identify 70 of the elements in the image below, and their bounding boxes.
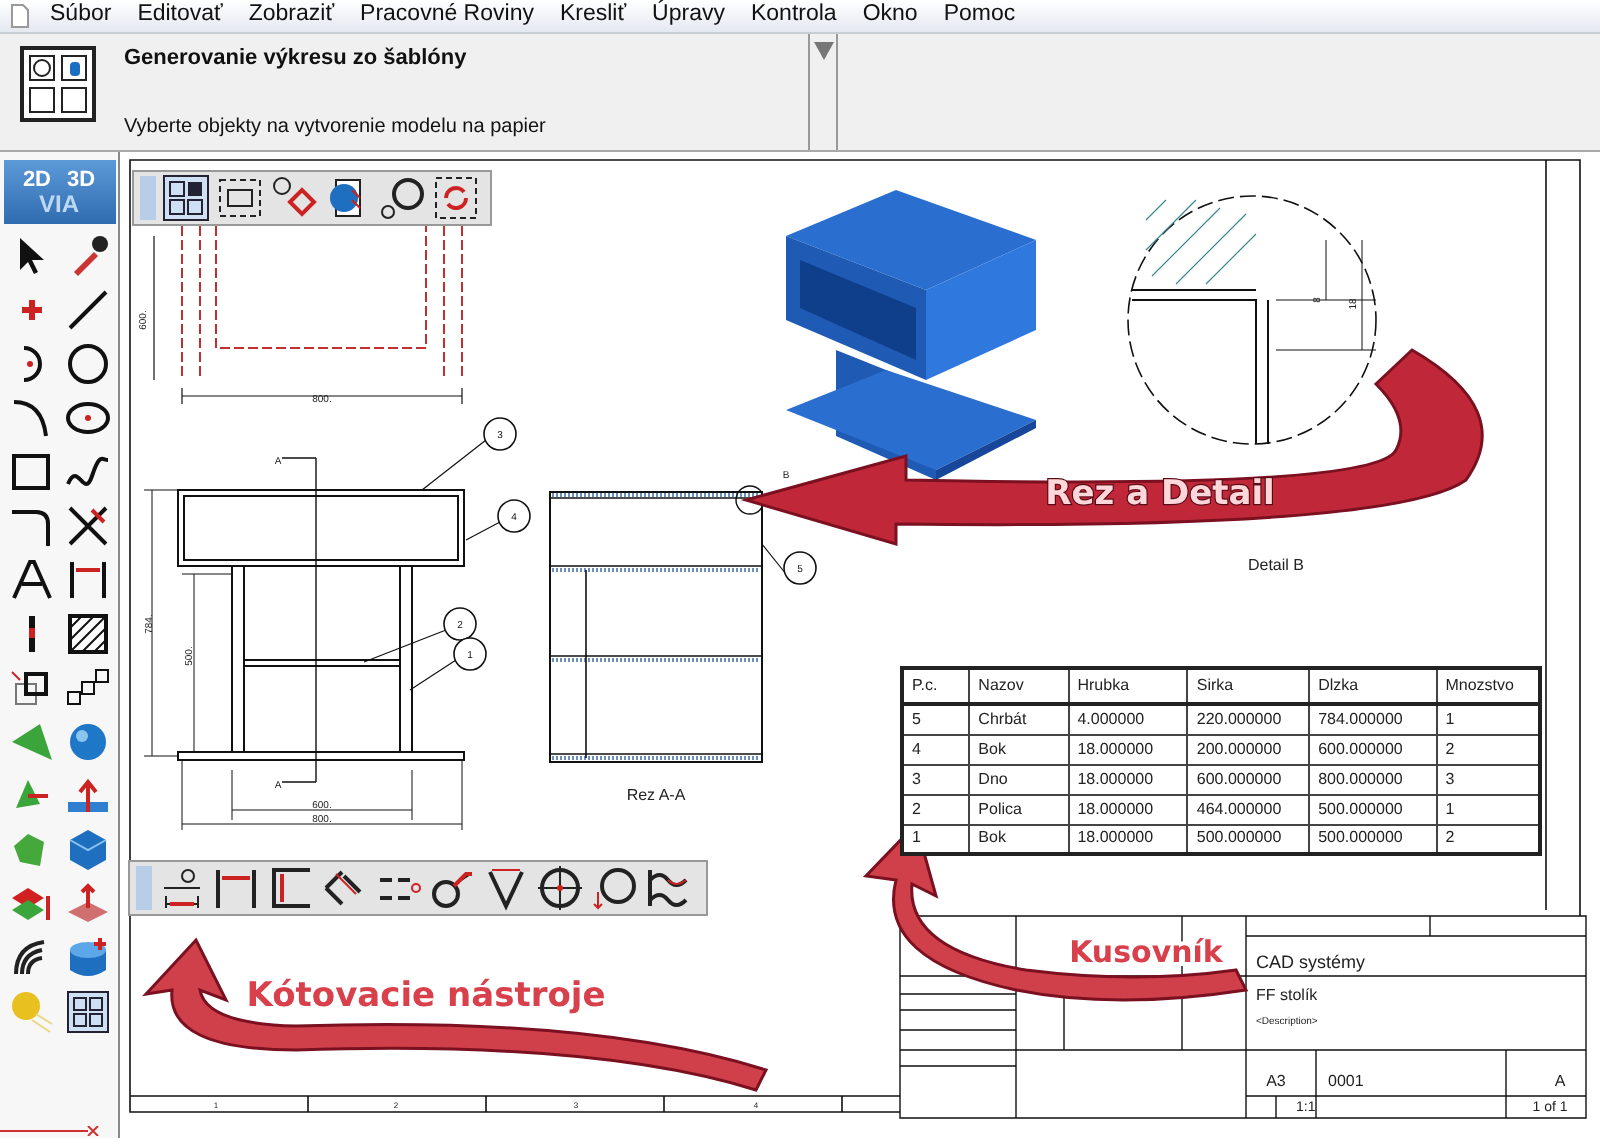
table-cell: 4 xyxy=(902,734,970,764)
table-cell: Dno xyxy=(969,764,1069,794)
update-view-icon[interactable] xyxy=(432,174,480,222)
logo-text: VIA xyxy=(38,191,79,215)
table-cell: 18.000000 xyxy=(1068,734,1188,764)
status-line xyxy=(0,1126,100,1136)
table-cell: 600.000000 xyxy=(1187,764,1310,794)
table-cell: Polica xyxy=(969,794,1069,824)
leader-dimension-icon[interactable] xyxy=(158,864,206,912)
command-instruction: Vyberte objekty na vytvorenie modelu na papier xyxy=(124,114,548,142)
horizontal-dimension-icon[interactable] xyxy=(212,864,260,912)
table-cell: 18.000000 xyxy=(1068,794,1188,824)
template-grid-icon[interactable] xyxy=(162,174,210,222)
menu-item[interactable]: Kontrola xyxy=(750,0,837,34)
callout-label: Kótovacie nástroje xyxy=(246,976,606,1016)
rectangle-icon[interactable] xyxy=(7,448,55,496)
circle-icon[interactable] xyxy=(63,340,111,388)
extrude-icon[interactable] xyxy=(63,880,111,928)
leader-line xyxy=(421,439,487,491)
dropdown-caret-icon[interactable] xyxy=(813,42,833,60)
leader-line xyxy=(761,543,787,575)
command-title: Generovanie výkresu zo šablóny xyxy=(124,44,469,74)
template-grid-icon[interactable] xyxy=(63,988,111,1036)
table-cell: Bok xyxy=(969,734,1069,764)
logo-text: 3D xyxy=(67,169,96,191)
break-line-icon[interactable] xyxy=(644,864,692,912)
detail-view-icon[interactable] xyxy=(378,174,426,222)
drawing-number: 0001 xyxy=(1328,1072,1364,1090)
logo-text: 2D xyxy=(22,169,51,191)
text-icon[interactable] xyxy=(7,556,55,604)
rotate-view-icon[interactable] xyxy=(270,174,318,222)
balloon-icon[interactable] xyxy=(590,864,638,912)
view-frame-icon[interactable] xyxy=(216,174,264,222)
vertical-dimension-icon[interactable] xyxy=(266,864,314,912)
toolbar-grip[interactable] xyxy=(140,176,156,220)
view-label: Detail B xyxy=(1248,556,1304,574)
line-icon[interactable] xyxy=(63,286,111,334)
table-cell: 500.000000 xyxy=(1309,794,1437,824)
hatch-icon[interactable] xyxy=(63,610,111,658)
toolbar-grip[interactable] xyxy=(136,866,152,910)
menu-item[interactable]: Editovať xyxy=(137,0,223,34)
table-cell: 464.000000 xyxy=(1187,794,1310,824)
size-value: A3 xyxy=(1266,1072,1286,1090)
table-cell: 18.000000 xyxy=(1068,764,1188,794)
table-cell: 200.000000 xyxy=(1187,734,1310,764)
document-icon xyxy=(10,4,30,28)
menu-item[interactable]: Okno xyxy=(862,0,918,34)
menu-item[interactable]: Pomoc xyxy=(943,0,1016,34)
center-mark-icon[interactable] xyxy=(536,864,584,912)
table-cell: 5 xyxy=(902,704,970,734)
table-cell: 4.000000 xyxy=(1068,704,1188,734)
view-label: Rez A-A xyxy=(626,786,686,804)
menu-item[interactable]: Kresliť xyxy=(559,0,627,34)
menu-item[interactable]: Pracovné Roviny xyxy=(360,0,534,34)
table-cell: 2 xyxy=(902,794,970,824)
drawing-title: FF stolík xyxy=(1256,986,1318,1004)
menu-item[interactable]: Úpravy xyxy=(652,0,725,34)
table-cell: 784.000000 xyxy=(1309,704,1437,734)
callout-label: Rez a Detail xyxy=(1045,474,1275,514)
table-cell: 800.000000 xyxy=(1309,764,1437,794)
revision-value: A xyxy=(1554,1072,1566,1090)
table-cell: 220.000000 xyxy=(1187,704,1310,734)
table-cell: 3 xyxy=(902,764,970,794)
menu-item[interactable]: Súbor xyxy=(50,0,112,34)
leader-line xyxy=(465,521,501,541)
company-name: CAD systémy xyxy=(1256,952,1366,972)
trim-icon[interactable] xyxy=(63,502,111,550)
menu-item[interactable]: Zobraziť xyxy=(248,0,335,34)
table-cell: 600.000000 xyxy=(1309,734,1437,764)
table-cell: Chrbát xyxy=(969,704,1069,734)
